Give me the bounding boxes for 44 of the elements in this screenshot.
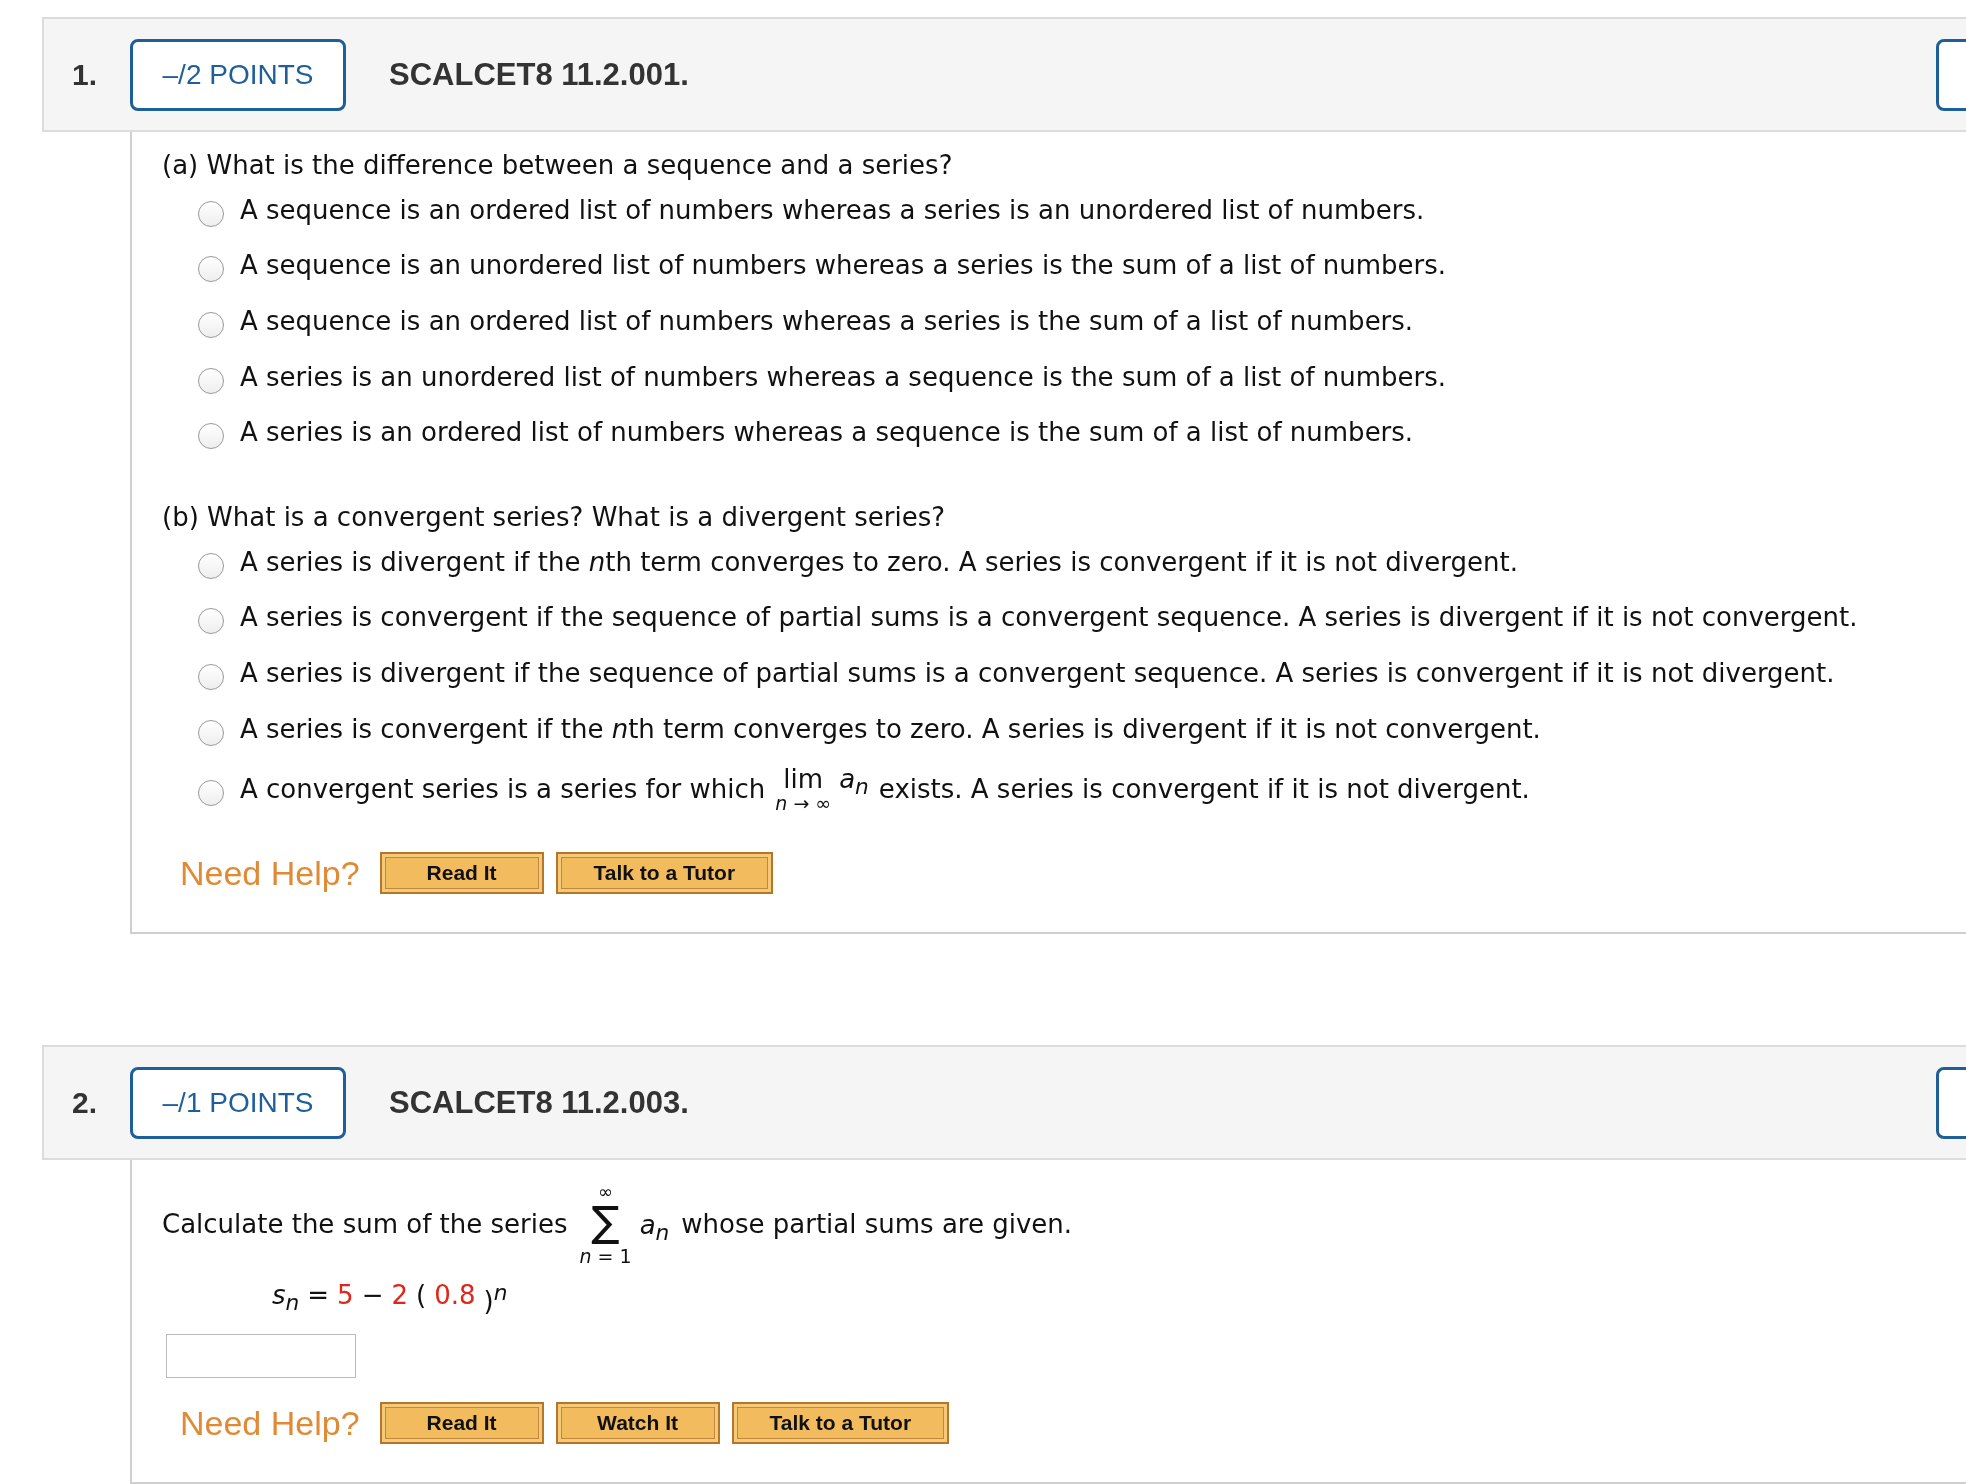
radio-button[interactable] [198,780,224,807]
limit-expression: lim n → ∞ a$_{n}$ [775,765,869,814]
option-text: A series is divergent if the nth term converges to zero. A series is convergent if it is not divergent. [240,546,1518,577]
question-text: whose partial sums are given. [681,1209,1073,1240]
help-button[interactable]: Talk to a Tutor [731,1402,950,1444]
radio-button[interactable] [198,719,224,746]
question-code: SCALCET8 11.2.003. [389,1084,689,1121]
radio-button[interactable] [198,312,224,338]
radio-button[interactable] [198,608,224,635]
question-number: 1. [72,57,99,92]
option-text: exists. A series is convergent if it is not divergent. [878,774,1530,805]
sum-expression: ∞ ∑ n = 1 a$_{n}$ [579,1182,670,1266]
question-number: 2. [72,1085,99,1120]
help-button[interactable]: Talk to a Tutor [555,852,774,895]
radio-button[interactable] [198,552,224,579]
option-text: A sequence is an ordered list of numbers whereas a series is an unordered list of numbers. [240,194,1425,225]
option-text: A series is an ordered list of numbers whereas a sequence is the sum of a list of numbers. [240,417,1414,448]
points-button[interactable]: –/2 POINTS [130,38,346,111]
question-text: Calculate the sum of the series [162,1209,568,1240]
radio-button[interactable] [198,423,224,450]
option-text: A series is divergent if the sequence of partial sums is a convergent sequence. A series is convergent if it is not divergent. [240,657,1835,688]
radio-button[interactable] [198,256,224,283]
cut-off-button[interactable] [1936,1067,1966,1140]
help-button[interactable]: Read It [379,1402,544,1444]
need-help-label: Need Help? [180,1403,360,1443]
option-text: A series is an unordered list of numbers whereas a sequence is the sum of a list of numbers. [240,361,1447,392]
radio-button[interactable] [198,663,224,690]
answer-field[interactable] [166,1334,356,1378]
radio-button[interactable] [198,367,224,394]
option-text: A convergent series is a series for which [240,774,766,805]
question-prompt: (a) What is the difference between a sequence and a series? [162,149,954,182]
help-button[interactable]: Watch It [555,1402,720,1444]
need-help-label: Need Help? [180,853,360,893]
partial-sum-formula: s$_{n}$ = 5 − 2 ( 0.8 )$^{n}$ [272,1280,508,1316]
option-text: A sequence is an ordered list of numbers whereas a series is the sum of a list of numbers. [240,306,1414,336]
option-text: A series is convergent if the sequence of partial sums is a convergent sequence. A series is divergent if it is not convergent. [240,602,1858,633]
help-button[interactable]: Read It [379,852,544,895]
radio-button[interactable] [198,200,224,227]
question-prompt: (b) What is a convergent series? What is a divergent series? [162,500,947,534]
cut-off-button[interactable] [1936,39,1966,111]
option-text: A sequence is an unordered list of numbers whereas a series is the sum of a list of numbers. [240,250,1447,281]
option-text: A series is convergent if the nth term converges to zero. A series is divergent if it is not convergent. [240,713,1541,744]
question-code: SCALCET8 11.2.001. [389,56,689,93]
points-button[interactable]: –/1 POINTS [130,1066,346,1139]
